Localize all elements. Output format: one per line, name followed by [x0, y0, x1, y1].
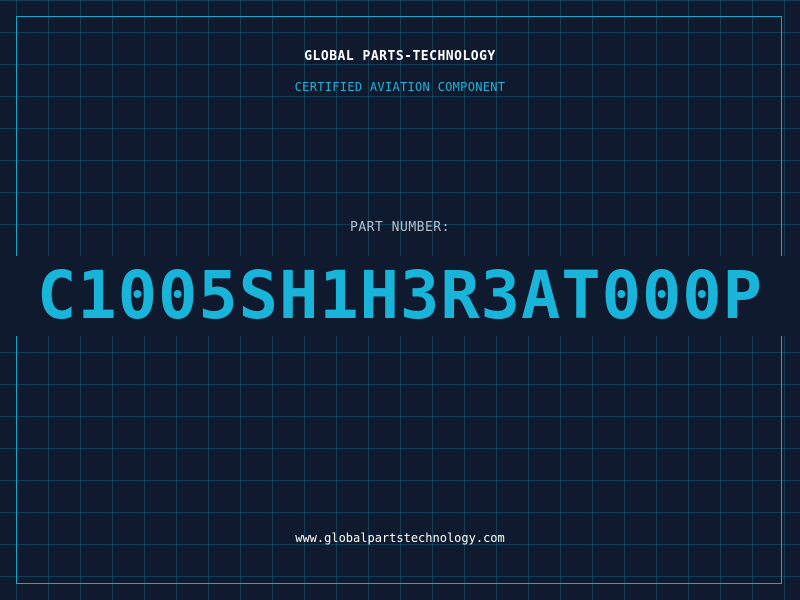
website-url: www.globalpartstechnology.com [295, 531, 505, 545]
company-name: GLOBAL PARTS-TECHNOLOGY [304, 49, 496, 64]
certification-subtitle: CERTIFIED AVIATION COMPONENT [294, 80, 506, 94]
part-number-label: PART NUMBER: [350, 220, 450, 235]
part-number-value: C1005SH1H3R3AT000P [37, 257, 763, 334]
part-label-card: GLOBAL PARTS-TECHNOLOGY CERTIFIED AVIATI… [0, 0, 800, 600]
